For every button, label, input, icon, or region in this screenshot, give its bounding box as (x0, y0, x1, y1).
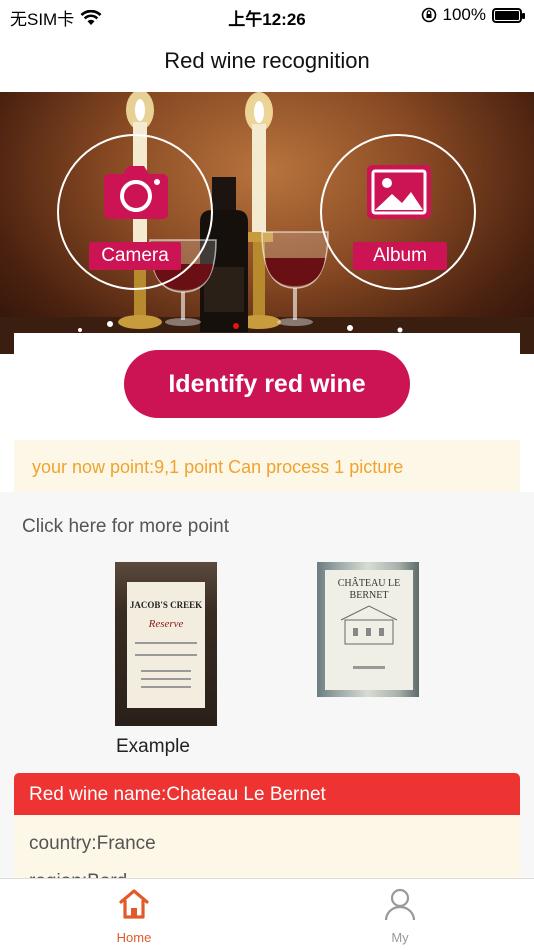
battery-icon (492, 7, 525, 23)
points-info: your now point:9,1 point Can process 1 p… (14, 440, 520, 492)
hero-banner: Camera Album (0, 92, 534, 354)
tab-my[interactable]: My (360, 887, 440, 945)
tab-bar: Home My (0, 878, 534, 950)
sample1-script: Reserve (148, 618, 184, 630)
wine-label: CHÂTEAU LE BERNET (325, 570, 413, 690)
identify-button[interactable]: Identify red wine (124, 350, 410, 418)
example-image-1[interactable]: JACOB'S CREEK Reserve (115, 562, 217, 726)
tab-home-label: Home (116, 930, 152, 945)
chateau-drawing (340, 605, 398, 669)
country-text: country:France (29, 833, 156, 854)
wine-label: JACOB'S CREEK Reserve (127, 582, 205, 708)
battery-percent: 100% (442, 5, 486, 24)
tab-my-label: My (391, 930, 409, 945)
camera-icon (104, 166, 168, 219)
more-point-link[interactable]: Click here for more point (22, 516, 229, 538)
status-right: 100% (421, 5, 525, 25)
wine-detail-panel: country:France region:Bord... (14, 815, 520, 880)
person-icon (384, 888, 416, 921)
album-button[interactable]: Album (320, 134, 476, 290)
example-label: Example (116, 736, 190, 757)
camera-button[interactable]: Camera (57, 134, 213, 290)
camera-label: Camera (89, 242, 181, 270)
wine-name-header: Red wine name:Chateau Le Bernet (14, 773, 520, 815)
identify-card: Identify red wine (14, 333, 520, 440)
home-icon (119, 889, 149, 919)
tab-home[interactable]: Home (94, 887, 174, 945)
orientation-lock-icon (421, 7, 436, 23)
status-bar: 无SIM卡 上午12:26 100% (0, 0, 534, 30)
page-title: Red wine recognition (164, 48, 370, 73)
example-image-2[interactable]: CHÂTEAU LE BERNET (317, 562, 419, 697)
image-icon (367, 165, 431, 219)
sample1-brand: JACOB'S CREEK (129, 600, 203, 610)
album-label: Album (353, 242, 447, 270)
